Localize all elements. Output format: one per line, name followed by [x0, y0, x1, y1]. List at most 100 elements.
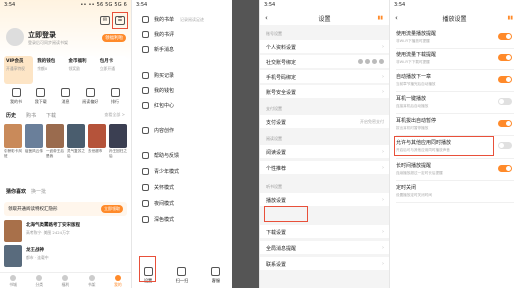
- nav-shelf[interactable]: 书架: [88, 275, 95, 288]
- chevron-right-icon: ›: [382, 149, 384, 155]
- menu-item[interactable]: 青少年模式: [142, 168, 179, 175]
- nav-welfare[interactable]: 福利: [62, 275, 69, 288]
- section-pay: 支付设置: [266, 106, 282, 111]
- side-drawer: 3:54 我的书单 记录阅读足迹 我的书评 新手消息 购买记录 我的钱包 红包中…: [132, 0, 232, 288]
- toggle-switch[interactable]: [498, 54, 512, 61]
- toggle-switch[interactable]: [498, 76, 512, 83]
- settings-row[interactable]: 阅读设置 ›: [260, 145, 389, 158]
- play-option[interactable]: 定时关闭 设置播放定时关闭时间: [396, 184, 491, 198]
- wallet-card[interactable]: 我的钱包 余额0: [35, 56, 65, 84]
- refresh-link[interactable]: 换一批: [31, 189, 46, 195]
- status-icons: •• •• 56 5G 5G 6: [80, 2, 127, 8]
- settings-row[interactable]: 账号安全设置 ›: [260, 85, 389, 98]
- settings-row[interactable]: 个性推荐 ›: [260, 161, 389, 174]
- menu-item[interactable]: 购买记录: [142, 72, 174, 79]
- menu-item[interactable]: 深色模式: [142, 216, 174, 223]
- mail-icon[interactable]: ✉: [100, 16, 110, 25]
- service-button[interactable]: 客服: [211, 267, 221, 284]
- shortcut-item[interactable]: 我的书: [4, 88, 28, 105]
- back-icon[interactable]: ‹: [395, 14, 398, 22]
- book-icon: [11, 88, 21, 97]
- toggle-switch[interactable]: [498, 142, 512, 149]
- settings-row[interactable]: 支付设置 开启免密支付: [260, 115, 389, 128]
- chevron-right-icon: ›: [382, 165, 384, 171]
- chevron-right-icon: ›: [382, 44, 384, 50]
- menu-item[interactable]: 新手消息: [142, 46, 174, 53]
- view-all-link[interactable]: 查看全部 >: [104, 112, 125, 118]
- menu-item[interactable]: 夜间模式: [142, 200, 174, 207]
- settings-row[interactable]: 个人资料设置 ›: [260, 40, 389, 53]
- book-item[interactable]: 引骄彩卡凤班: [4, 124, 22, 159]
- claim-button[interactable]: 立即领取: [101, 205, 123, 213]
- menu-item[interactable]: 关怀模式: [142, 184, 174, 191]
- book-cover: [25, 124, 43, 148]
- message-icon: [61, 88, 70, 97]
- book-item[interactable]: 疫医风云传: [25, 124, 43, 159]
- nav-bookstore[interactable]: 书城: [9, 275, 17, 288]
- wallet-icon: [142, 87, 149, 94]
- settings-row[interactable]: 社交账号绑定: [260, 55, 389, 68]
- newbie-icon: [142, 46, 149, 53]
- divider: [396, 158, 514, 159]
- divider: [396, 113, 514, 114]
- menu-item[interactable]: 红包中心: [142, 102, 174, 109]
- toggle-switch[interactable]: [498, 165, 512, 172]
- nav-category[interactable]: 分类: [35, 275, 43, 288]
- toggle-switch[interactable]: [498, 98, 512, 105]
- toggle-switch[interactable]: [498, 120, 512, 127]
- user-icon: [114, 275, 121, 281]
- tab-history[interactable]: 历史: [6, 112, 16, 119]
- menu-item[interactable]: 内容创作: [142, 127, 174, 134]
- menu-item[interactable]: 帮助与反馈: [142, 152, 179, 159]
- book-cover: [4, 124, 22, 148]
- book-item[interactable]: 一武帝王后是我: [46, 124, 64, 159]
- tab-download[interactable]: 下载: [46, 112, 56, 119]
- vip-card[interactable]: VIP会员 开通享特权: [4, 56, 34, 84]
- settings-row[interactable]: 下载设置 ›: [260, 225, 389, 238]
- settings-row[interactable]: 手机号码绑定 ›: [260, 70, 389, 83]
- tab-purchase[interactable]: 购书: [26, 112, 36, 119]
- book-cover: [4, 245, 22, 267]
- login-link[interactable]: 立即登录: [28, 30, 56, 40]
- shortcut-item[interactable]: 我下载: [29, 88, 53, 105]
- status-bar: 3:54 •• •• 56 5G 5G 6: [0, 0, 131, 11]
- settings-row[interactable]: 联系设置 ›: [260, 257, 389, 270]
- settings-screen: 3:54 ‹ 设置 ▮▮ 账号设置 个人资料设置 › 社交账号绑定 手机号码绑定 › 账…: [259, 0, 389, 288]
- settings-row[interactable]: 全局消息提醒 ›: [260, 241, 389, 254]
- home-icon: [10, 275, 17, 281]
- book-item[interactable]: 去世超市: [88, 124, 106, 159]
- service-icon: [211, 267, 221, 276]
- rec-item[interactable]: 北海气类雾路考丁安宋版程 高考陈宁· 美图 2424万字: [4, 220, 127, 242]
- play-option: 耳机拔出自动暂停 拔出耳机时暂停播放: [396, 118, 437, 130]
- menu-item[interactable]: 我的书评: [142, 31, 174, 38]
- highlight-settings: [139, 256, 156, 282]
- play-option: 长时间播放提醒 连续播放超过一定时长后提醒: [396, 163, 443, 175]
- drawer-menu-screen: 3:54 我的书单 记录阅读足迹 我的书评 新手消息 购买记录 我的钱包 红包中…: [131, 0, 259, 288]
- play-option: 使用流量下载提醒 非Wi-Fi下下载时提醒: [396, 52, 437, 64]
- nav-mine[interactable]: 我的: [114, 275, 122, 288]
- scan-button[interactable]: 扫一扫: [176, 267, 188, 284]
- play-settings-row[interactable]: 播放设置 ›: [260, 193, 389, 206]
- stats-icon[interactable]: ▮▮: [507, 15, 513, 21]
- chevron-right-icon: ›: [382, 245, 384, 251]
- preference-icon: [85, 88, 95, 97]
- avatar[interactable]: [6, 28, 24, 46]
- book-cover: [46, 124, 64, 148]
- rec-item[interactable]: 龙王战神 都市 · 连载中: [4, 245, 127, 267]
- shortcut-item[interactable]: 阅读偏好: [78, 88, 102, 105]
- back-icon[interactable]: ‹: [265, 14, 268, 22]
- book-item[interactable]: 孙王回归之后: [109, 124, 127, 159]
- play-option: 自动播放下一章 当前章节播完后自动播放: [396, 74, 436, 86]
- toggle-switch[interactable]: [498, 33, 512, 40]
- gift-icon: [62, 275, 69, 281]
- stats-icon[interactable]: ▮▮: [377, 15, 383, 21]
- coin-card[interactable]: 金币福利 领奖励: [66, 56, 96, 84]
- shortcut-item[interactable]: 消息: [54, 88, 78, 105]
- monthly-card[interactable]: 包月卡 立即开通: [97, 56, 127, 84]
- promo-banner[interactable]: 领取开通阅读特权汇隐形 立即领取: [4, 202, 127, 216]
- menu-item[interactable]: 我的钱包: [142, 87, 174, 94]
- menu-item[interactable]: 我的书单: [142, 16, 174, 23]
- welfare-pill[interactable]: 领福利啦: [102, 34, 126, 42]
- shortcut-item[interactable]: 排行: [103, 88, 127, 105]
- book-item[interactable]: 灵气复苏之后: [67, 124, 85, 159]
